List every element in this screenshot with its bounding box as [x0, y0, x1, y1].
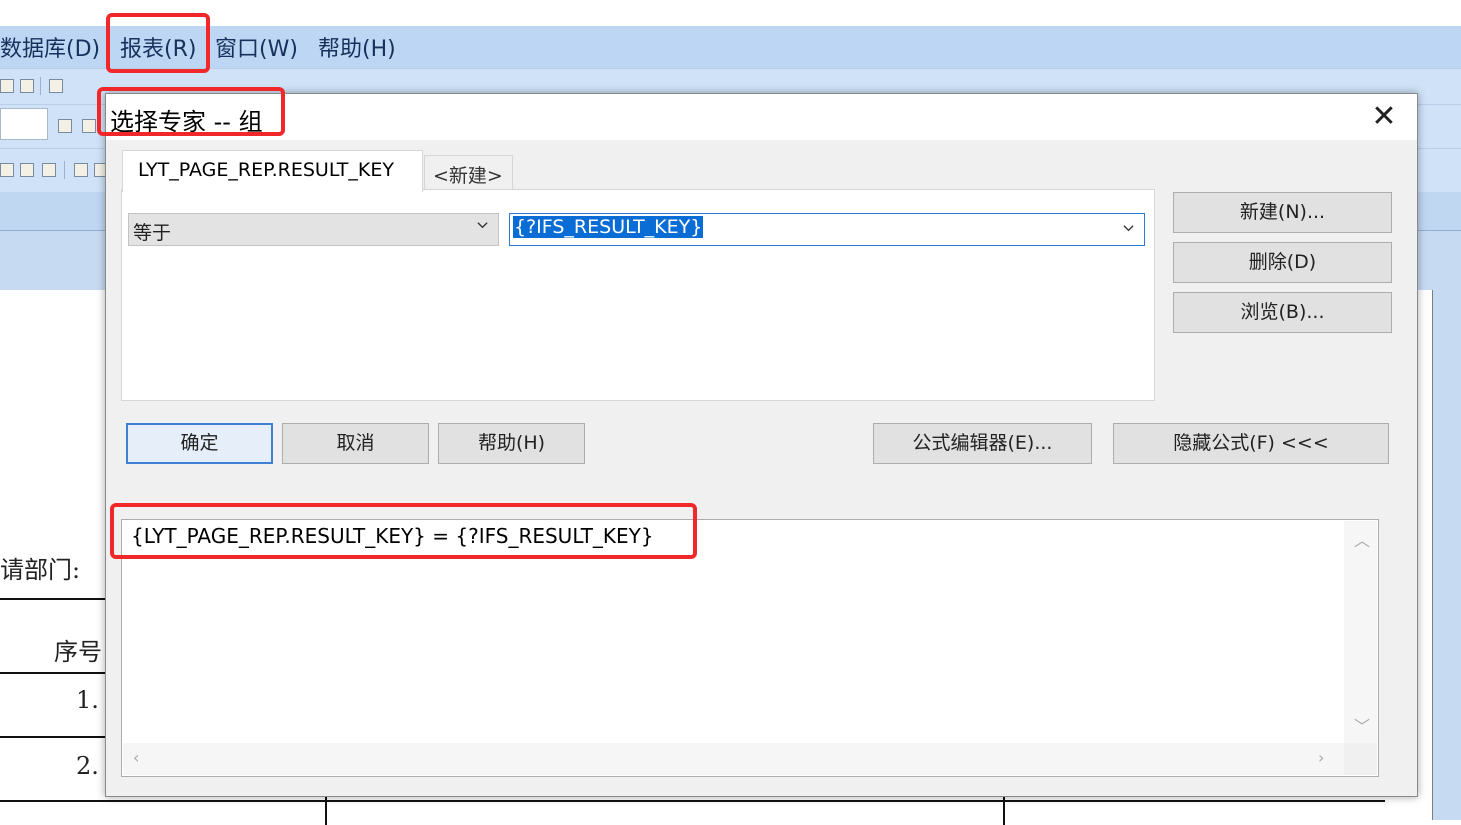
chevron-down-icon — [1123, 225, 1134, 232]
compare-value: {?IFS_RESULT_KEY} — [513, 216, 704, 238]
toolbar-separator — [64, 161, 65, 179]
tab-label: <新建> — [433, 165, 503, 187]
menu-report[interactable]: 报表(R) — [120, 31, 196, 63]
select-expert-dialog: 选择专家 -- 组 ✕ LYT_PAGE_REP.RESULT_KEY <新建>… — [105, 93, 1418, 797]
vertical-scrollbar[interactable]: ︿ ﹀ — [1344, 521, 1377, 743]
scroll-left-icon[interactable]: ‹ — [133, 748, 139, 767]
font-size-combo[interactable] — [0, 108, 48, 140]
cancel-button[interactable]: 取消 — [282, 423, 429, 464]
insert-icon[interactable] — [20, 163, 34, 177]
help-button[interactable]: 帮助(H) — [438, 423, 585, 464]
formula-icon[interactable] — [0, 163, 14, 177]
table-border — [0, 672, 110, 674]
col-header-seq: 序号 — [54, 638, 102, 666]
table-border — [1003, 795, 1005, 825]
row-number: 2. — [76, 752, 99, 780]
horizontal-scrollbar[interactable]: ‹ › — [123, 743, 1344, 775]
browse-button[interactable]: 浏览(B)... — [1173, 292, 1392, 333]
toolbar-separator — [40, 77, 41, 95]
operator-select[interactable]: 等于 — [128, 213, 499, 246]
operator-value: 等于 — [133, 222, 172, 244]
find-icon[interactable] — [49, 79, 63, 93]
tab-result-key[interactable]: LYT_PAGE_REP.RESULT_KEY — [122, 150, 423, 192]
dialog-title: 选择专家 -- 组 — [110, 108, 263, 136]
font-grow-icon[interactable] — [58, 119, 72, 133]
scroll-corner — [1344, 743, 1377, 775]
scroll-down-icon[interactable]: ﹀ — [1354, 713, 1370, 737]
condition-panel: 等于 {?IFS_RESULT_KEY} — [121, 189, 1155, 401]
formula-textarea[interactable]: {LYT_PAGE_REP.RESULT_KEY} = {?IFS_RESULT… — [121, 519, 1379, 777]
menu-help[interactable]: 帮助(H) — [318, 31, 396, 63]
formula-text: {LYT_PAGE_REP.RESULT_KEY} = {?IFS_RESULT… — [131, 524, 654, 548]
box-icon[interactable] — [42, 163, 56, 177]
menu-window[interactable]: 窗口(W) — [215, 31, 298, 63]
table-border — [0, 736, 110, 738]
new-button[interactable]: 新建(N)... — [1173, 192, 1392, 233]
close-icon: ✕ — [1371, 99, 1397, 134]
toolbar-icon-1[interactable] — [0, 79, 14, 93]
menu-database[interactable]: 数据库(D) — [0, 31, 100, 63]
table-border — [325, 795, 327, 825]
scroll-up-icon[interactable]: ︿ — [1354, 527, 1370, 551]
toolbar-icon-2[interactable] — [20, 79, 34, 93]
dept-label: 请部门: — [0, 556, 81, 584]
formula-editor-button[interactable]: 公式编辑器(E)... — [873, 423, 1092, 464]
table-border — [0, 598, 110, 600]
row-number: 1. — [76, 686, 99, 714]
hide-formula-button[interactable]: 隐藏公式(F) <<< — [1113, 423, 1389, 464]
dialog-titlebar: 选择专家 -- 组 ✕ — [106, 94, 1417, 140]
compare-value-select[interactable]: {?IFS_RESULT_KEY} — [509, 213, 1145, 246]
font-shrink-icon[interactable] — [82, 119, 96, 133]
table-border — [0, 800, 1385, 802]
ok-button[interactable]: 确定 — [126, 423, 273, 464]
scroll-right-icon[interactable]: › — [1318, 748, 1324, 767]
chevron-down-icon — [477, 222, 488, 229]
tab-new[interactable]: <新建> — [424, 155, 513, 190]
table-icon[interactable] — [74, 163, 88, 177]
close-button[interactable]: ✕ — [1369, 102, 1399, 132]
delete-button[interactable]: 删除(D) — [1173, 242, 1392, 283]
tab-label: LYT_PAGE_REP.RESULT_KEY — [138, 159, 394, 181]
